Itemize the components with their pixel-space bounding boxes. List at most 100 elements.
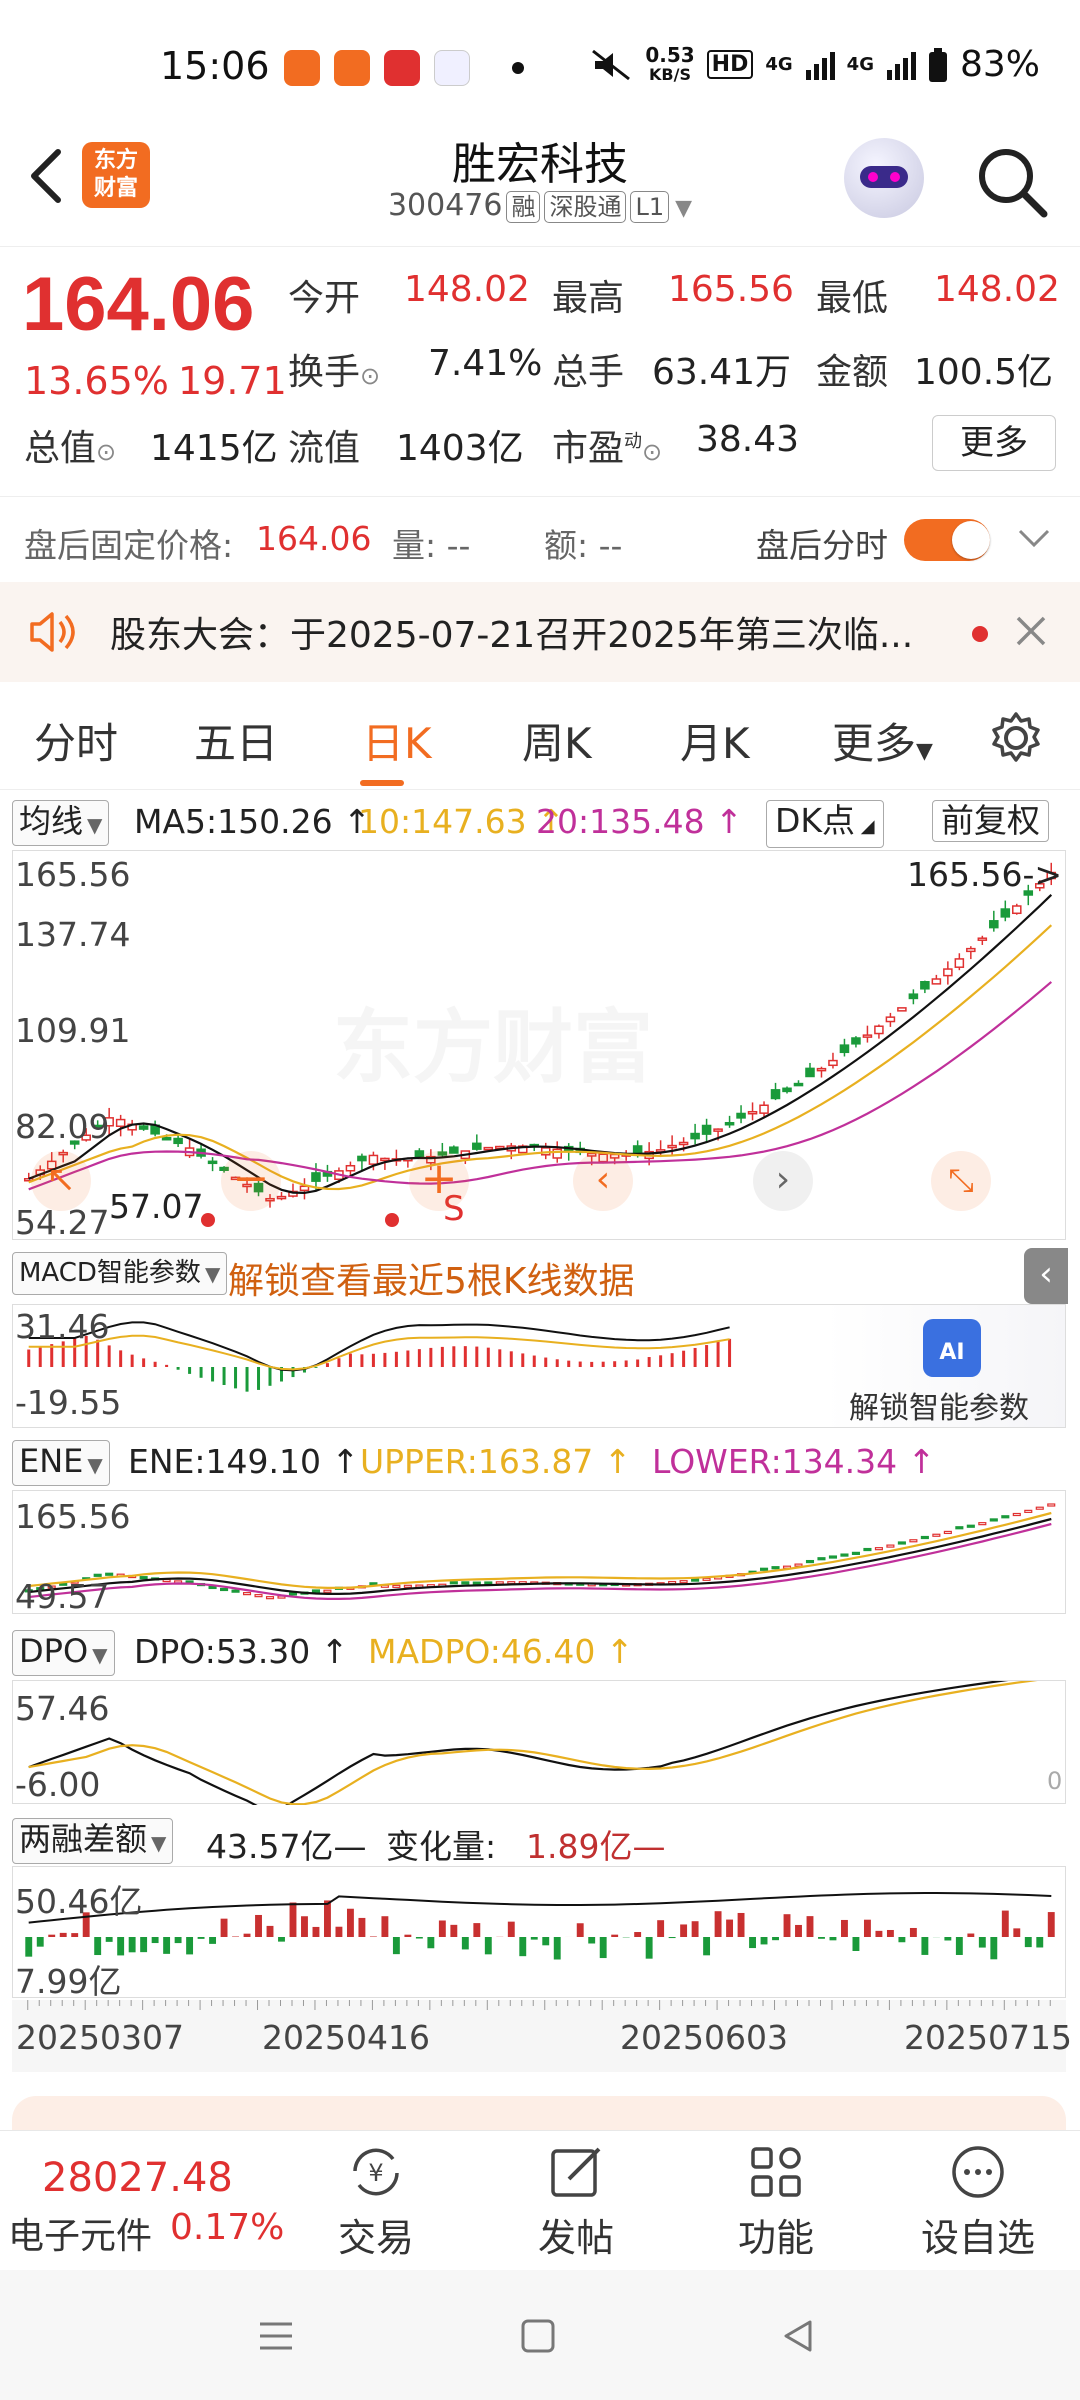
kline-candle	[759, 1104, 769, 1114]
collapse-icon[interactable]: ↖	[31, 1151, 91, 1211]
ai-unlock-panel[interactable]: AI 解锁智能参数	[825, 1305, 1065, 1427]
margin-bar	[852, 1937, 860, 1951]
macd-unlock-link[interactable]: 解锁查看最近5根K线数据	[228, 1252, 635, 1304]
side-panel-toggle-icon[interactable]: ‹	[1024, 1248, 1068, 1304]
margin-bar	[461, 1937, 469, 1950]
low-marker: 57.07	[109, 1187, 204, 1226]
tab-daily-k[interactable]: 日K	[362, 710, 432, 771]
home-icon[interactable]	[518, 2316, 558, 2356]
x-axis-ticks	[27, 2000, 1051, 2010]
margin-bar	[955, 1937, 963, 1955]
margin-select[interactable]: 两融差额 ▼	[12, 1818, 174, 1864]
margin-bar	[415, 1937, 423, 1939]
tab-monthly-k[interactable]: 月K	[680, 710, 750, 771]
margin-bar	[967, 1933, 975, 1937]
ene-candle	[254, 1594, 263, 1598]
ene-candle	[955, 1526, 964, 1530]
kline-candle	[931, 978, 942, 985]
tab-more[interactable]: 更多▼	[832, 710, 933, 771]
ene-candle	[323, 1589, 332, 1593]
margin-bar	[427, 1937, 435, 1949]
margin-bar	[680, 1924, 688, 1937]
ene-candle	[208, 1585, 217, 1590]
margin-bar	[450, 1924, 458, 1937]
fullscreen-icon[interactable]: ⤡	[931, 1151, 991, 1211]
margin-bar	[1013, 1928, 1021, 1937]
ene-legend-row: ENE ▼ ENE:149.10 ↑ UPPER:163.87 ↑ LOWER:1…	[0, 1436, 1080, 1486]
after-hours-bar: 盘后固定价格: 164.06 量: -- 额: -- 盘后分时	[0, 496, 1080, 582]
gear-icon[interactable]	[988, 710, 1044, 766]
tab-weekly-k[interactable]: 周K	[522, 710, 592, 771]
back-nav-icon[interactable]	[778, 2316, 818, 2356]
menu-icon[interactable]	[256, 2316, 296, 2356]
ene-candle	[943, 1530, 952, 1535]
ene-candle	[817, 1557, 826, 1561]
kline-candle	[885, 1016, 896, 1023]
dk-point-button[interactable]: DK点 ◢	[766, 800, 884, 848]
ene-upper-line	[28, 1511, 1052, 1589]
nav-trade[interactable]: ¥ 交易	[306, 2141, 446, 2262]
scroll-right-icon[interactable]: ›	[753, 1151, 813, 1211]
margin-bar	[346, 1908, 354, 1937]
y-axis-label: 7.99亿	[15, 1962, 122, 2001]
signal-dot	[201, 1213, 215, 1227]
margin-bar	[703, 1937, 711, 1956]
zoom-out-icon[interactable]: −	[221, 1151, 281, 1211]
turnover-value: 7.41%	[428, 343, 543, 384]
adjust-button[interactable]: 前复权	[932, 800, 1049, 842]
nav-add-watchlist-label: 设自选	[920, 2216, 1035, 2260]
margin-bar	[576, 1923, 584, 1937]
ma-select[interactable]: 均线 ▼	[12, 800, 110, 846]
macd-select[interactable]: MACD智能参数 ▼	[12, 1252, 228, 1295]
after-hours-price-label: 盘后固定价格:	[24, 526, 234, 565]
ene-lower-value: LOWER:134.34 ↑	[652, 1442, 936, 1481]
y-axis-label: 165.56	[15, 1497, 131, 1536]
dpo-select[interactable]: DPO ▼	[12, 1630, 115, 1676]
margin-bar	[829, 1937, 837, 1941]
float-cap-label: 流值	[288, 428, 361, 469]
status-indicators: 0.53 KB/S HD 4G 4G 83%	[589, 44, 1040, 85]
kline-candle	[828, 1059, 838, 1067]
zoom-in-icon[interactable]: +	[409, 1151, 469, 1211]
change-percent: 13.65%	[24, 359, 169, 403]
dropdown-icon: ▼	[675, 196, 693, 221]
nav-add-watchlist[interactable]: 设自选	[908, 2141, 1048, 2262]
margin-bar	[668, 1937, 676, 1939]
ene-candle	[484, 1581, 493, 1585]
info-icon: ⊙	[96, 438, 117, 466]
tab-intraday[interactable]: 分时	[34, 710, 118, 771]
more-button[interactable]: 更多	[932, 415, 1056, 471]
assistant-robot-icon[interactable]	[844, 138, 924, 218]
kline-candle	[977, 937, 988, 941]
ene-select[interactable]: ENE ▼	[12, 1440, 110, 1486]
ene-candle	[1012, 1512, 1021, 1517]
margin-bar	[806, 1916, 814, 1937]
tab-five-day[interactable]: 五日	[194, 710, 278, 771]
margin-bar	[599, 1937, 607, 1959]
margin-bar	[909, 1927, 917, 1937]
nav-functions[interactable]: 功能	[706, 2141, 846, 2262]
quote-panel: 164.06 13.65% 19.71 今开 148.02 最高 165.56 …	[0, 246, 1080, 496]
chevron-down-icon[interactable]	[1016, 523, 1052, 553]
margin-change-value: 1.89亿—	[526, 1827, 666, 1866]
announcement-bar[interactable]: 股东大会：于2025-07-21召开2025年第三次临...	[0, 582, 1080, 682]
madpo-line	[28, 1681, 1038, 1805]
margin-bar	[243, 1933, 251, 1937]
sector-index-value[interactable]: 28027.48	[42, 2155, 233, 2201]
ene-candle	[495, 1581, 504, 1585]
close-icon[interactable]	[1012, 612, 1050, 650]
margin-bar	[542, 1937, 550, 1946]
kline-candle	[747, 1110, 758, 1115]
nav-post[interactable]: 发帖	[506, 2141, 646, 2262]
ene-candle	[886, 1544, 895, 1548]
scroll-left-icon[interactable]: ‹	[573, 1151, 633, 1211]
margin-plot	[25, 1892, 1055, 1960]
search-icon[interactable]	[974, 144, 1050, 220]
level-tag: L1	[630, 191, 670, 223]
kline-chart[interactable]: 东方财富 165.56 137.74 109.91 82.09 54.27 16…	[12, 850, 1066, 1242]
margin-bar	[232, 1936, 239, 1937]
margin-bar	[990, 1937, 998, 1960]
ene-candle	[1024, 1509, 1033, 1513]
margin-bar	[645, 1937, 653, 1959]
sector-name[interactable]: 电子元件	[8, 2207, 152, 2259]
